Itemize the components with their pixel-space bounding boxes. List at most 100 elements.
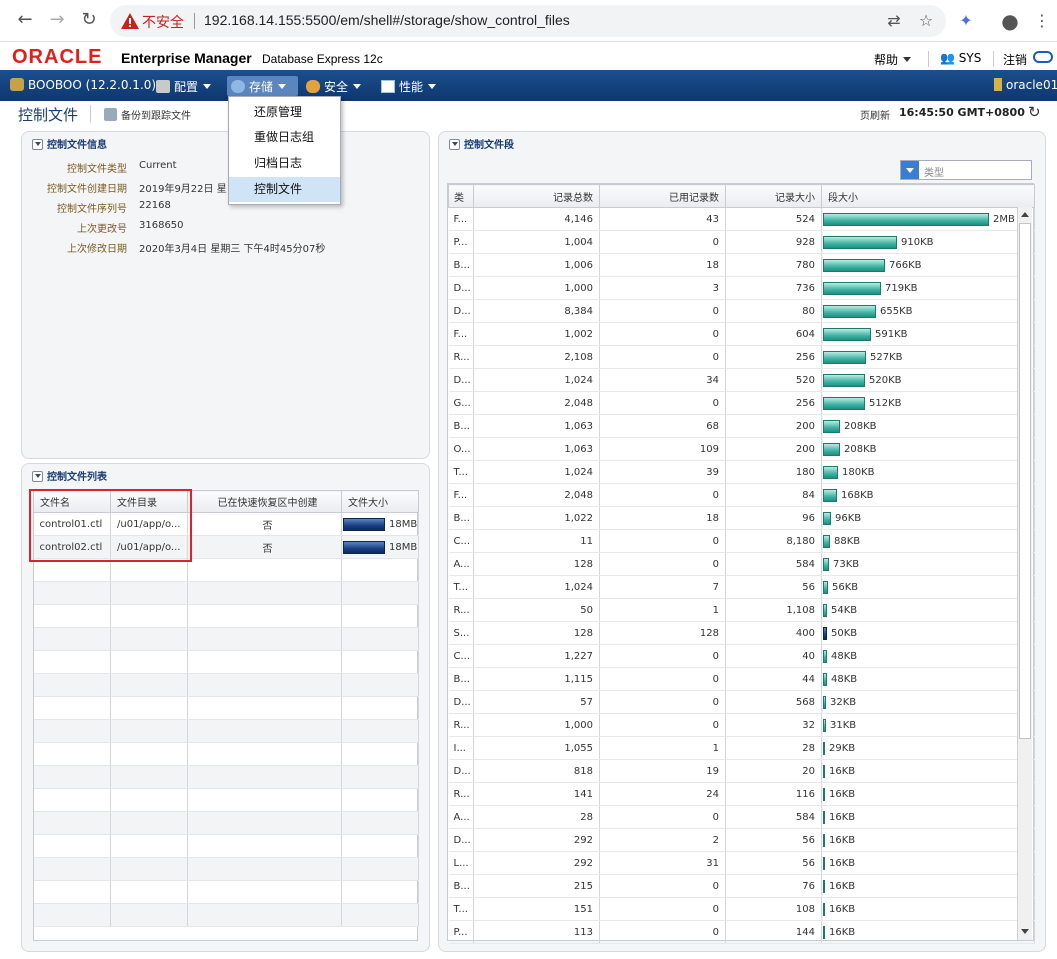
col-filesize[interactable]: 文件大小 [341,490,419,513]
user-menu[interactable]: 👥 SYS [940,51,981,65]
table-row[interactable]: D... 8,384 0 80 655KB [448,299,1035,323]
table-row[interactable]: R... 2,108 0 256 527KB [448,345,1035,369]
performance-menu[interactable]: 性能 [381,78,437,95]
menu-archive-logs[interactable]: 归档日志 [229,151,340,176]
table-row[interactable]: A... 128 0 584 73KB [448,552,1035,576]
scroll-down-icon[interactable] [1021,929,1029,934]
table-row[interactable]: B... 1,006 18 780 766KB [448,253,1035,277]
translate-icon[interactable]: ⇄ [884,11,904,31]
chevron-down-icon[interactable] [901,161,919,179]
table-row[interactable]: D... 57 0 568 32KB [448,690,1035,714]
table-row[interactable]: F... 4,146 43 524 2MB [448,207,1035,231]
table-row[interactable]: C... 1,227 0 40 48KB [448,644,1035,668]
table-row[interactable]: D... 292 2 56 16KB [448,828,1035,852]
not-secure-label[interactable]: 不安全 [142,12,184,32]
address-bar[interactable]: 不安全 192.168.14.155:5500/em/shell#/storag… [110,5,946,37]
scroll-thumb[interactable] [1019,223,1031,739]
table-row[interactable]: A... 28 0 584 16KB [448,805,1035,829]
col-record-size[interactable]: 记录大小 [725,184,822,208]
table-row[interactable] [33,903,419,927]
table-row[interactable]: F... 1,002 0 604 591KB [448,322,1035,346]
table-row[interactable] [33,834,419,858]
segment-size-label: 48KB [831,650,858,662]
back-icon[interactable]: ← [14,9,36,31]
table-row[interactable] [33,650,419,674]
table-row[interactable]: R... 141 24 116 16KB [448,782,1035,806]
col-records-used[interactable]: 已用记录数 [599,184,726,208]
table-row[interactable]: B... 1,115 0 44 48KB [448,667,1035,691]
table-row[interactable]: R... 1,000 0 32 31KB [448,713,1035,737]
table-row[interactable]: B... 1,022 18 96 96KB [448,506,1035,530]
storage-menu[interactable]: 存储 [231,78,287,95]
table-row[interactable]: T... 1,024 7 56 56KB [448,575,1035,599]
file-cell-name [33,673,111,697]
info-value: 3168650 [139,220,184,231]
table-row[interactable] [33,696,419,720]
collapse-icon[interactable] [32,139,43,150]
scroll-up-icon[interactable] [1021,212,1029,217]
table-row[interactable]: B... 1,063 68 200 208KB [448,414,1035,438]
extension-icon[interactable]: ✦ [956,11,976,31]
table-row[interactable] [33,604,419,628]
table-row[interactable]: B... 215 0 76 16KB [448,874,1035,898]
sections-scrollbar[interactable] [1017,207,1032,940]
profile-icon[interactable]: ● [1000,11,1020,31]
table-row[interactable]: T... 151 0 108 16KB [448,897,1035,921]
col-records-total[interactable]: 记录总数 [473,184,600,208]
security-menu[interactable]: 安全 [306,78,362,95]
table-row[interactable] [33,765,419,789]
bookmark-star-icon[interactable]: ☆ [916,11,936,31]
table-row[interactable]: P... 1,004 0 928 910KB [448,230,1035,254]
table-row[interactable] [33,811,419,835]
forward-icon[interactable]: → [46,9,68,31]
refresh-icon[interactable]: ↻ [1028,103,1041,121]
browser-menu-icon[interactable]: ⋮ [1032,11,1052,31]
table-row[interactable] [33,880,419,904]
table-row[interactable] [33,581,419,605]
segment-size-label: 16KB [829,834,856,846]
collapse-icon[interactable] [449,139,460,150]
table-row[interactable]: R... 50 1 1,108 54KB [448,598,1035,622]
table-row[interactable] [33,627,419,651]
table-row[interactable]: P... 113 0 144 16KB [448,920,1035,944]
info-value: 22168 [139,200,171,211]
table-row[interactable]: D... 1,024 34 520 520KB [448,368,1035,392]
table-row[interactable]: G... 2,048 0 256 512KB [448,391,1035,415]
type-filter[interactable]: 类型 [900,160,1032,180]
table-row[interactable]: T... 1,024 39 180 180KB [448,460,1035,484]
sections-panel-header[interactable]: 控制文件段 [449,136,514,151]
url-text[interactable]: 192.168.14.155:5500/em/shell#/storage/sh… [204,12,570,28]
table-row[interactable]: S... 128 128 400 50KB [448,621,1035,645]
backup-to-trace-button[interactable]: 备份到跟踪文件 [104,107,191,122]
table-row[interactable]: D... 818 19 20 16KB [448,759,1035,783]
host-menu[interactable]: oracle01 [994,78,1057,92]
segment-size-bar [823,350,866,364]
reload-icon[interactable]: ↻ [78,9,100,31]
table-row[interactable]: O... 1,063 109 200 208KB [448,437,1035,461]
menu-undo-management[interactable]: 还原管理 [229,100,340,125]
table-row[interactable]: I... 1,055 1 28 29KB [448,736,1035,760]
help-menu[interactable]: 帮助 [874,51,912,68]
table-row[interactable] [33,857,419,881]
table-row[interactable]: F... 2,048 0 84 168KB [448,483,1035,507]
table-row[interactable]: C... 11 0 8,180 88KB [448,529,1035,553]
menu-control-files[interactable]: 控制文件 [229,177,340,202]
col-type[interactable]: 类 [448,184,474,208]
config-menu[interactable]: 配置 [156,78,212,95]
table-row[interactable] [33,742,419,766]
logout-icon[interactable] [1033,51,1053,63]
table-row[interactable]: L... 292 31 56 16KB [448,851,1035,875]
table-row[interactable] [33,673,419,697]
files-panel-header[interactable]: 控制文件列表 [32,468,107,483]
table-row[interactable]: D... 1,000 3 736 719KB [448,276,1035,300]
collapse-icon[interactable] [32,471,43,482]
menu-redo-log-groups[interactable]: 重做日志组 [229,125,340,150]
table-row[interactable] [33,788,419,812]
col-fra[interactable]: 已在快速恢复区中创建 [187,490,342,513]
table-row[interactable] [33,719,419,743]
db-menu[interactable]: BOOBOO (12.2.0.1.0) [10,78,156,92]
section-cell-total: 1,022 [473,506,600,530]
info-panel-header[interactable]: 控制文件信息 [32,136,107,151]
logout-link[interactable]: 注销 [1003,51,1027,68]
col-section-size[interactable]: 段大小 [821,184,1035,208]
